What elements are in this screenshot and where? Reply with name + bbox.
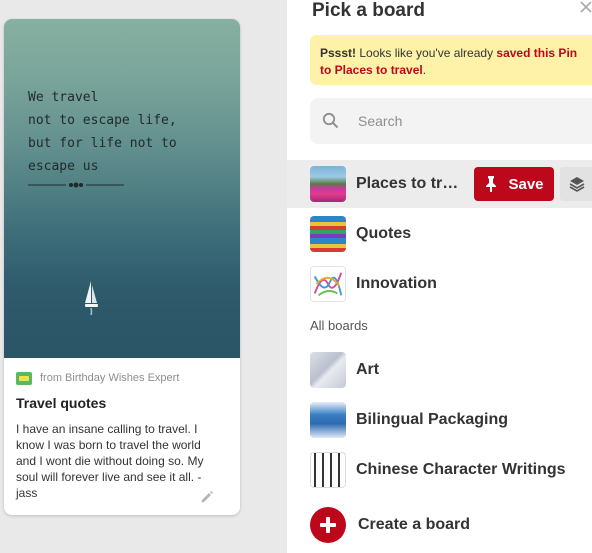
board-name: Art	[356, 361, 380, 378]
pin-source-label: from Birthday Wishes Expert	[40, 372, 180, 384]
create-board-button[interactable]: Create a board	[287, 505, 592, 545]
pencil-icon[interactable]	[200, 490, 214, 504]
notice-text: Looks like you've already	[356, 46, 497, 60]
search-box[interactable]	[310, 98, 592, 144]
sailboat-icon	[85, 281, 98, 315]
board-picker-panel: Pick a board Pssst! Looks like you've al…	[287, 0, 592, 553]
board-thumbnail	[310, 266, 346, 302]
pin-source[interactable]: from Birthday Wishes Expert	[16, 370, 179, 386]
pin-description: I have an insane calling to travel. I kn…	[16, 422, 204, 500]
pin-title: Travel quotes	[16, 395, 107, 411]
search-input[interactable]	[356, 112, 580, 130]
source-site-icon	[16, 371, 32, 385]
save-button[interactable]: Save	[474, 167, 554, 201]
pushpin-icon	[484, 176, 498, 192]
board-row-places-to-travel[interactable]: Places to travel Save	[287, 160, 592, 208]
board-thumbnail	[310, 166, 346, 202]
board-thumbnail	[310, 402, 346, 438]
board-row-art[interactable]: Art	[287, 346, 592, 394]
board-row-innovation[interactable]: Innovation	[287, 260, 592, 308]
board-name: Bilingual Packaging	[356, 411, 509, 428]
panel-title: Pick a board	[312, 0, 425, 21]
pin-image[interactable]: We travel not to escape life, but for li…	[4, 19, 240, 358]
board-sections-button[interactable]	[560, 167, 592, 201]
board-row-bilingual-packaging[interactable]: Bilingual Packaging	[287, 396, 592, 444]
board-name: Chinese Character Writings	[356, 461, 566, 478]
create-board-label: Create a board	[358, 516, 471, 533]
notice-suffix: .	[422, 63, 427, 77]
ornament-divider-icon	[28, 182, 124, 188]
layers-icon	[569, 177, 585, 192]
board-thumbnail	[310, 352, 346, 388]
board-thumbnail	[310, 452, 346, 488]
close-icon[interactable]	[580, 1, 592, 15]
board-name: Innovation	[356, 275, 437, 292]
pin-card[interactable]: We travel not to escape life, but for li…	[4, 19, 240, 515]
board-thumbnail	[310, 216, 346, 252]
board-name: Quotes	[356, 225, 412, 242]
search-icon	[322, 112, 340, 130]
already-saved-notice: Pssst! Looks like you've already saved t…	[310, 35, 592, 85]
save-button-label: Save	[508, 175, 544, 193]
board-row-chinese-character-writings[interactable]: Chinese Character Writings	[287, 446, 592, 494]
pin-quote-text: We travel not to escape life, but for li…	[28, 90, 177, 174]
plus-icon	[310, 507, 346, 543]
notice-prefix: Pssst!	[320, 46, 357, 60]
board-row-quotes[interactable]: Quotes	[287, 210, 592, 258]
board-name: Places to travel	[356, 175, 466, 192]
all-boards-heading: All boards	[310, 318, 368, 333]
